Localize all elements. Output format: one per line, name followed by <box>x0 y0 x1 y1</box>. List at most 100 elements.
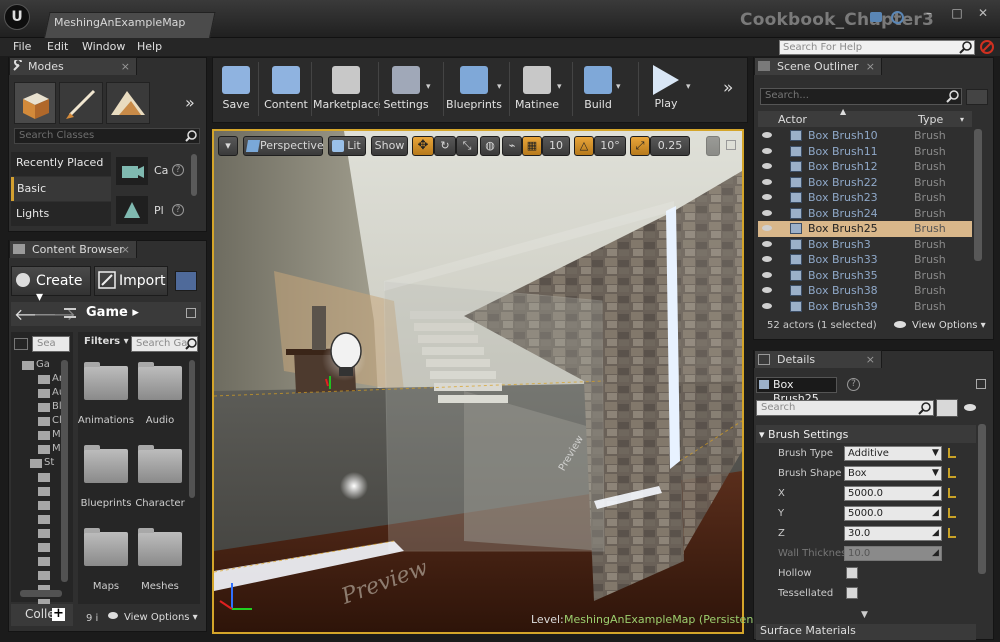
visibility-eye-icon[interactable] <box>762 209 772 216</box>
tree-item[interactable] <box>30 499 58 512</box>
folder-icon[interactable] <box>84 528 128 566</box>
reset-to-default-icon[interactable] <box>948 488 956 498</box>
details-search-input[interactable]: Search <box>756 400 934 416</box>
tree-item[interactable]: Ga <box>14 359 58 372</box>
cb-view-options-button[interactable]: View Options ▾ <box>124 612 198 623</box>
visibility-eye-icon[interactable] <box>762 194 772 200</box>
visibility-eye-icon[interactable] <box>762 163 772 169</box>
visibility-eye-icon[interactable] <box>762 132 772 138</box>
paint-mode-button[interactable] <box>59 82 103 124</box>
visibility-eye-icon[interactable] <box>762 256 772 262</box>
type-dropdown-icon[interactable]: ▾ <box>960 115 964 124</box>
close-button[interactable]: ✕ <box>968 6 998 20</box>
outliner-search-input[interactable]: Search... <box>760 88 962 105</box>
tree-search-input[interactable]: Sea <box>32 336 70 352</box>
menu-file[interactable]: File <box>13 40 31 53</box>
folder-icon[interactable] <box>84 445 128 483</box>
grid-snap-toggle[interactable]: ▦ <box>522 136 542 156</box>
outliner-row[interactable]: Box Brush39 Brush <box>758 299 972 315</box>
toolbar-build-button[interactable]: Build <box>574 60 622 120</box>
category-recently-placed[interactable]: Recently Placed <box>11 152 111 176</box>
help-icon[interactable]: ? <box>172 164 184 176</box>
outliner-row[interactable]: Box Brush12 Brush <box>758 159 972 175</box>
close-icon[interactable]: × <box>866 351 875 368</box>
outliner-row[interactable]: Box Brush10 Brush <box>758 128 972 144</box>
outliner-row[interactable]: Box Brush25 Brush <box>758 221 972 237</box>
dropdown-arrow-icon[interactable]: ▾ <box>557 82 562 92</box>
menu-help[interactable]: Help <box>137 40 162 53</box>
scene-outliner-tab[interactable]: Scene Outliner × <box>754 57 882 75</box>
lock-icon[interactable] <box>186 308 196 318</box>
modes-tab[interactable]: Modes × <box>9 57 137 75</box>
outliner-view-options-button[interactable]: View Options ▾ <box>912 320 986 331</box>
help-search-input[interactable]: Search For Help <box>779 40 975 55</box>
toolbar-matinee-button[interactable]: Matinee <box>511 60 563 120</box>
visibility-eye-icon[interactable] <box>762 178 772 185</box>
grid-snap-value[interactable]: 10 <box>542 136 570 156</box>
minimize-button[interactable]: – <box>914 6 944 20</box>
search-icon[interactable] <box>959 41 973 54</box>
toolbar-blueprints-button[interactable]: Blueprints <box>445 60 503 120</box>
close-icon[interactable]: × <box>866 58 875 75</box>
folder-icon[interactable] <box>138 445 182 483</box>
property-value[interactable]: 5000.0 <box>844 506 942 521</box>
camera-speed-button[interactable] <box>706 136 720 156</box>
outliner-row[interactable]: Box Brush38 Brush <box>758 283 972 299</box>
visibility-eye-icon[interactable] <box>964 404 976 411</box>
rotate-tool-button[interactable]: ↻ <box>434 136 456 156</box>
no-entry-icon[interactable] <box>980 40 994 54</box>
toolbar-marketplace-button[interactable]: Marketplace <box>313 60 380 120</box>
tree-hscrollbar[interactable] <box>20 590 62 597</box>
toolbar-play-button[interactable]: Play <box>640 60 692 120</box>
tree-item[interactable] <box>30 471 58 484</box>
close-icon[interactable]: × <box>121 241 130 258</box>
scale-snap-value[interactable]: 0.25 <box>650 136 690 156</box>
tree-item[interactable] <box>30 569 58 582</box>
folder-icon[interactable] <box>138 362 182 400</box>
menu-edit[interactable]: Edit <box>47 40 68 53</box>
outliner-row[interactable]: Box Brush24 Brush <box>758 206 972 222</box>
property-value[interactable]: Box <box>844 466 942 481</box>
player-start-class-icon[interactable] <box>116 196 148 224</box>
property-value[interactable]: Additive <box>844 446 942 461</box>
tree-item[interactable]: Bl <box>30 401 62 414</box>
tree-item[interactable]: St <box>22 457 58 470</box>
modes-scrollbar[interactable] <box>191 154 197 196</box>
tree-item[interactable] <box>30 527 58 540</box>
rotation-snap-toggle[interactable]: △ <box>574 136 594 156</box>
outliner-row[interactable]: Box Brush11 Brush <box>758 144 972 160</box>
add-collection-icon[interactable]: + <box>52 607 65 621</box>
visibility-eye-icon[interactable] <box>762 225 772 231</box>
lock-icon[interactable] <box>976 379 986 389</box>
property-matrix-icon[interactable] <box>936 399 958 417</box>
visibility-eye-icon[interactable] <box>762 240 772 247</box>
tree-item[interactable]: M <box>30 443 61 456</box>
category-lights[interactable]: Lights <box>11 202 111 226</box>
property-checkbox[interactable] <box>846 567 858 579</box>
column-actor[interactable]: Actor <box>778 113 807 126</box>
reset-to-default-icon[interactable] <box>948 508 956 518</box>
folder-icon[interactable] <box>84 362 128 400</box>
advanced-expand-icon[interactable]: ▼ <box>861 610 868 620</box>
surface-snap-button[interactable]: ⌁ <box>502 136 522 156</box>
path-menu-icon[interactable] <box>64 308 76 318</box>
outliner-row[interactable]: Box Brush33 Brush <box>758 252 972 268</box>
property-value[interactable]: 5000.0 <box>844 486 942 501</box>
property-checkbox[interactable] <box>846 587 858 599</box>
content-browser-tab[interactable]: Content Browser × <box>9 240 137 258</box>
dropdown-arrow-icon[interactable]: ▾ <box>616 82 621 92</box>
outliner-row[interactable]: Box Brush22 Brush <box>758 175 972 191</box>
tree-toggle-icon[interactable] <box>14 338 28 350</box>
tree-item[interactable]: Cl <box>30 415 62 428</box>
save-all-icon[interactable] <box>175 271 197 291</box>
rotation-snap-value[interactable]: 10° <box>594 136 626 156</box>
toolbar-content-button[interactable]: Content <box>260 60 312 120</box>
level-viewport[interactable] <box>212 129 744 634</box>
details-tab[interactable]: Details × <box>754 350 882 368</box>
toolbar-more-button[interactable]: » <box>723 78 733 98</box>
tree-scrollbar[interactable] <box>61 360 68 582</box>
landscape-mode-button[interactable] <box>106 82 150 124</box>
viewport-options-button[interactable]: ▾ <box>218 136 238 156</box>
scale-tool-button[interactable]: ⤡ <box>456 136 478 156</box>
column-type[interactable]: Type <box>918 113 943 126</box>
